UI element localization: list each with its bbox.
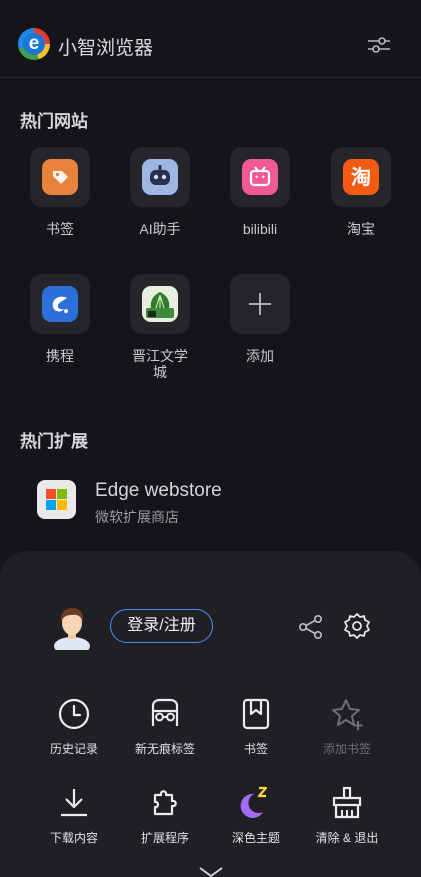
top-bar: e 小智浏览器 [0, 0, 421, 78]
taobao-icon: 淘 [343, 159, 379, 195]
chevron-down-icon[interactable] [197, 866, 225, 877]
app-title: 小智浏览器 [58, 38, 154, 59]
incognito-icon [151, 698, 179, 726]
site-ai-assistant[interactable]: AI助手 [115, 147, 205, 237]
customize-sliders-icon[interactable] [367, 33, 391, 57]
site-bilibili[interactable]: bilibili [215, 147, 305, 237]
site-bookmarks[interactable]: 书签 [15, 147, 105, 237]
bookmark-icon [242, 698, 270, 730]
puzzle-icon [153, 790, 177, 816]
gear-icon[interactable] [343, 612, 371, 640]
site-add[interactable]: 添加 [215, 274, 305, 364]
jinjiang-icon [142, 286, 178, 322]
menu-extensions[interactable]: 扩展程序 [119, 786, 211, 846]
menu-downloads[interactable]: 下载内容 [28, 786, 120, 846]
bilibili-tv-icon [242, 159, 278, 195]
history-clock-icon [58, 698, 90, 730]
menu-dark-theme[interactable]: 深色主题 [210, 786, 302, 846]
bookmark-tag-icon [42, 159, 78, 195]
extension-subtitle: 微软扩展商店 [95, 509, 179, 525]
avatar[interactable] [50, 604, 94, 650]
menu-new-incognito-tab[interactable]: 新无痕标签 [119, 697, 211, 757]
extension-name: Edge webstore [95, 480, 222, 501]
menu-add-bookmark[interactable]: 添加书签 [301, 697, 393, 757]
microsoft-store-icon [37, 480, 76, 519]
hot-sites-title: 热门网站 [20, 112, 88, 131]
star-add-icon [332, 699, 363, 730]
share-icon[interactable] [298, 614, 324, 640]
menu-bookmarks[interactable]: 书签 [210, 697, 302, 757]
menu-clear-and-exit[interactable]: 清除 & 退出 [301, 786, 393, 846]
plus-icon [249, 293, 271, 315]
login-register-button[interactable]: 登录/注册 [110, 609, 213, 643]
browser-logo-icon: e [18, 28, 50, 60]
site-jinjiang[interactable]: 晋江文学城 [115, 274, 205, 380]
robot-icon [142, 159, 178, 195]
download-icon [61, 789, 87, 817]
moon-icon [240, 786, 268, 818]
broom-icon [332, 786, 362, 819]
hot-extensions-title: 热门扩展 [20, 432, 88, 451]
site-taobao[interactable]: 淘 淘宝 [316, 147, 406, 237]
site-ctrip[interactable]: 携程 [15, 274, 105, 364]
ctrip-dolphin-icon [42, 286, 78, 322]
menu-history[interactable]: 历史记录 [28, 697, 120, 757]
